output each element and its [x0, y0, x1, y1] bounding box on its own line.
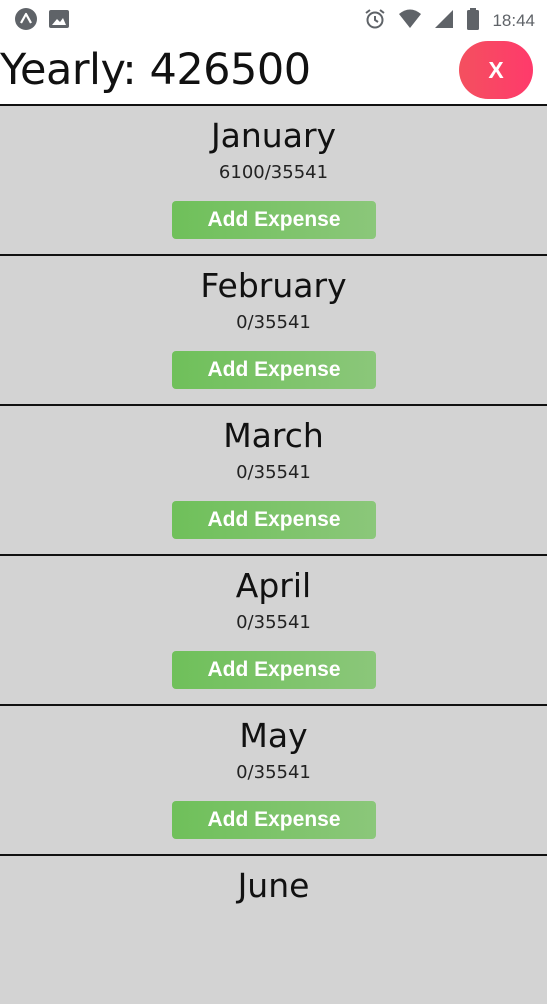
- status-bar-time: 18:44: [492, 11, 535, 30]
- status-bar-right: 18:44: [364, 7, 535, 35]
- close-button[interactable]: X: [459, 41, 533, 99]
- month-card-january: January 6100/35541 Add Expense: [0, 104, 547, 254]
- alarm-icon: [364, 8, 386, 34]
- month-name: May: [239, 716, 308, 755]
- add-expense-button[interactable]: Add Expense: [172, 651, 376, 689]
- header: Yearly: 426500 X: [0, 38, 547, 104]
- month-name: March: [223, 416, 324, 455]
- month-name: April: [235, 566, 312, 605]
- month-card-february: February 0/35541 Add Expense: [0, 254, 547, 404]
- month-card-may: May 0/35541 Add Expense: [0, 704, 547, 854]
- add-expense-button[interactable]: Add Expense: [172, 501, 376, 539]
- month-name: February: [200, 266, 347, 305]
- month-budget: 0/35541: [236, 762, 311, 783]
- battery-icon: [466, 7, 480, 35]
- month-card-june: June: [0, 854, 547, 1004]
- status-bar: 18:44: [0, 0, 547, 38]
- month-budget: 0/35541: [236, 462, 311, 483]
- month-budget: 6100/35541: [218, 162, 329, 183]
- status-bar-left: [14, 7, 70, 35]
- month-name: January: [210, 116, 337, 155]
- expo-icon: [14, 7, 38, 35]
- add-expense-button[interactable]: Add Expense: [172, 351, 376, 389]
- image-icon: [48, 8, 70, 34]
- wifi-icon: [398, 8, 422, 34]
- yearly-total: Yearly: 426500: [0, 45, 311, 95]
- add-expense-button[interactable]: Add Expense: [172, 201, 376, 239]
- month-name: June: [237, 866, 310, 905]
- month-budget: 0/35541: [236, 612, 311, 633]
- months-list: January 6100/35541 Add Expense February …: [0, 104, 547, 1004]
- month-budget: 0/35541: [236, 312, 311, 333]
- add-expense-button[interactable]: Add Expense: [172, 801, 376, 839]
- month-card-march: March 0/35541 Add Expense: [0, 404, 547, 554]
- month-card-april: April 0/35541 Add Expense: [0, 554, 547, 704]
- signal-icon: [434, 8, 454, 34]
